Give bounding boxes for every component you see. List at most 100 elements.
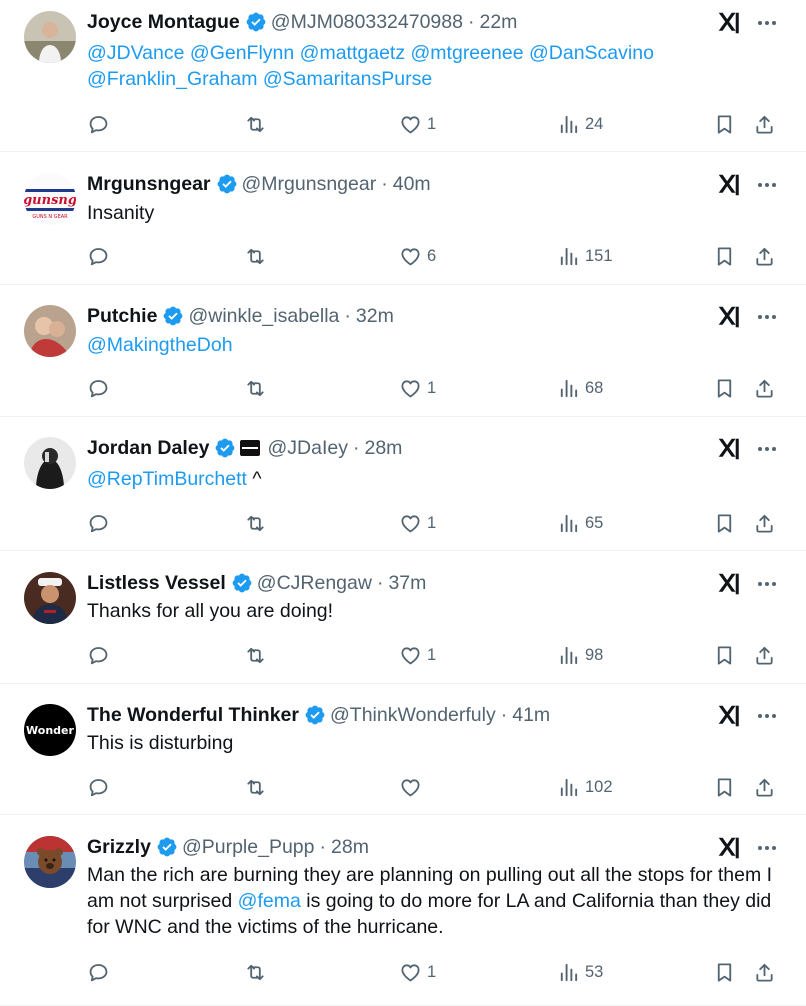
bookmark-button[interactable]: [713, 374, 736, 402]
more-icon[interactable]: [755, 11, 779, 35]
grok-icon[interactable]: [716, 703, 742, 729]
retweet-button[interactable]: [244, 509, 267, 537]
like-button[interactable]: 1: [399, 958, 436, 986]
tweet[interactable]: gunsng GUNS N GEAR Mrgunsngear @Mrgunsngear…: [0, 152, 806, 285]
author-name[interactable]: Jordan Daley: [87, 434, 209, 462]
author-handle[interactable]: @CJRengaw: [257, 569, 372, 597]
mention-link[interactable]: @mtgreenee: [411, 42, 524, 64]
share-button[interactable]: [753, 242, 776, 270]
timestamp[interactable]: 28m: [364, 434, 402, 462]
reply-button[interactable]: [87, 509, 110, 537]
reply-button[interactable]: [87, 242, 110, 270]
author-name[interactable]: The Wonderful Thinker: [87, 701, 299, 729]
reply-button[interactable]: [87, 641, 110, 669]
like-button[interactable]: 1: [399, 509, 436, 537]
avatar[interactable]: Wonder: [24, 704, 76, 756]
retweet-button[interactable]: [244, 958, 267, 986]
avatar[interactable]: [24, 305, 76, 357]
views-button[interactable]: 102: [557, 773, 613, 801]
mention-link[interactable]: @DanScavino: [529, 42, 654, 64]
author-handle[interactable]: @ThinkWonderfuly: [330, 701, 496, 729]
like-button[interactable]: 1: [399, 641, 436, 669]
like-button[interactable]: 1: [399, 374, 436, 402]
tweet[interactable]: Jordan Daley @JDaIey · 28m @RepTimBurchett ^…: [0, 417, 806, 551]
author-name[interactable]: Mrgunsngear: [87, 170, 211, 198]
author-name[interactable]: Joyce Montague: [87, 8, 240, 36]
author-handle[interactable]: @JDaIey: [267, 434, 348, 462]
views-button[interactable]: 151: [557, 242, 613, 270]
views-button[interactable]: 65: [557, 509, 603, 537]
reply-button[interactable]: [87, 110, 110, 138]
bookmark-button[interactable]: [713, 641, 736, 669]
share-button[interactable]: [753, 509, 776, 537]
tweet[interactable]: Putchie @winkle_isabella · 32m @MakingtheDoh…: [0, 285, 806, 417]
mention-link[interactable]: @mattgaetz: [300, 42, 405, 64]
retweet-button[interactable]: [244, 641, 267, 669]
share-button[interactable]: [753, 773, 776, 801]
mention-link[interactable]: @SamaritansPurse: [263, 68, 432, 90]
like-button[interactable]: 1: [399, 110, 436, 138]
tweet[interactable]: Wonder The Wonderful Thinker @ThinkWonderf…: [0, 684, 806, 815]
timestamp[interactable]: 40m: [393, 170, 431, 198]
timestamp[interactable]: 32m: [356, 302, 394, 330]
tweet[interactable]: Joyce Montague @MJM080332470988 · 22m @JDVan…: [0, 0, 806, 152]
grok-icon[interactable]: [716, 835, 742, 861]
share-button[interactable]: [753, 374, 776, 402]
share-button[interactable]: [753, 110, 776, 138]
avatar[interactable]: [24, 572, 76, 624]
views-button[interactable]: 24: [557, 110, 603, 138]
share-button[interactable]: [753, 958, 776, 986]
author-name[interactable]: Putchie: [87, 302, 157, 330]
views-button[interactable]: 68: [557, 374, 603, 402]
share-button[interactable]: [753, 641, 776, 669]
grok-icon[interactable]: [716, 172, 742, 198]
timestamp[interactable]: 41m: [512, 701, 550, 729]
views-button[interactable]: 98: [557, 641, 603, 669]
mention-link[interactable]: @MakingtheDoh: [87, 334, 233, 356]
author-handle[interactable]: @Mrgunsngear: [242, 170, 377, 198]
mention-link[interactable]: @RepTimBurchett: [87, 468, 247, 490]
tweet[interactable]: Listless Vessel @CJRengaw · 37m Thanks for a…: [0, 551, 806, 684]
more-icon[interactable]: [755, 437, 779, 461]
author-handle[interactable]: @winkle_isabella: [188, 302, 339, 330]
bookmark-button[interactable]: [713, 509, 736, 537]
bookmark-button[interactable]: [713, 242, 736, 270]
author-handle[interactable]: @Purple_Pupp: [182, 833, 315, 861]
reply-button[interactable]: [87, 374, 110, 402]
reply-button[interactable]: [87, 773, 110, 801]
more-icon[interactable]: [755, 704, 779, 728]
grok-icon[interactable]: [716, 10, 742, 36]
author-handle[interactable]: @MJM080332470988: [271, 8, 463, 36]
avatar[interactable]: gunsng GUNS N GEAR: [24, 173, 76, 225]
views-button[interactable]: 53: [557, 958, 603, 986]
more-icon[interactable]: [755, 836, 779, 860]
like-button[interactable]: [399, 773, 427, 801]
retweet-button[interactable]: [244, 773, 267, 801]
more-icon[interactable]: [755, 305, 779, 329]
mention-link[interactable]: @GenFlynn: [190, 42, 294, 64]
timestamp[interactable]: 22m: [479, 8, 517, 36]
retweet-button[interactable]: [244, 110, 267, 138]
more-icon[interactable]: [755, 173, 779, 197]
mention-link[interactable]: @fema: [238, 890, 301, 912]
bookmark-button[interactable]: [713, 110, 736, 138]
retweet-button[interactable]: [244, 242, 267, 270]
avatar[interactable]: [24, 836, 76, 888]
grok-icon[interactable]: [716, 436, 742, 462]
mention-link[interactable]: @JDVance: [87, 42, 184, 64]
more-icon[interactable]: [755, 572, 779, 596]
retweet-button[interactable]: [244, 374, 267, 402]
tweet[interactable]: Grizzly @Purple_Pupp · 28m Man the rich are …: [0, 815, 806, 1006]
timestamp[interactable]: 37m: [388, 569, 426, 597]
timestamp[interactable]: 28m: [331, 833, 369, 861]
author-name[interactable]: Grizzly: [87, 833, 151, 861]
mention-link[interactable]: @Franklin_Graham: [87, 68, 257, 90]
author-name[interactable]: Listless Vessel: [87, 569, 226, 597]
reply-button[interactable]: [87, 958, 110, 986]
grok-icon[interactable]: [716, 571, 742, 597]
avatar[interactable]: [24, 437, 76, 489]
avatar[interactable]: [24, 11, 76, 63]
bookmark-button[interactable]: [713, 773, 736, 801]
grok-icon[interactable]: [716, 304, 742, 330]
like-button[interactable]: 6: [399, 242, 436, 270]
